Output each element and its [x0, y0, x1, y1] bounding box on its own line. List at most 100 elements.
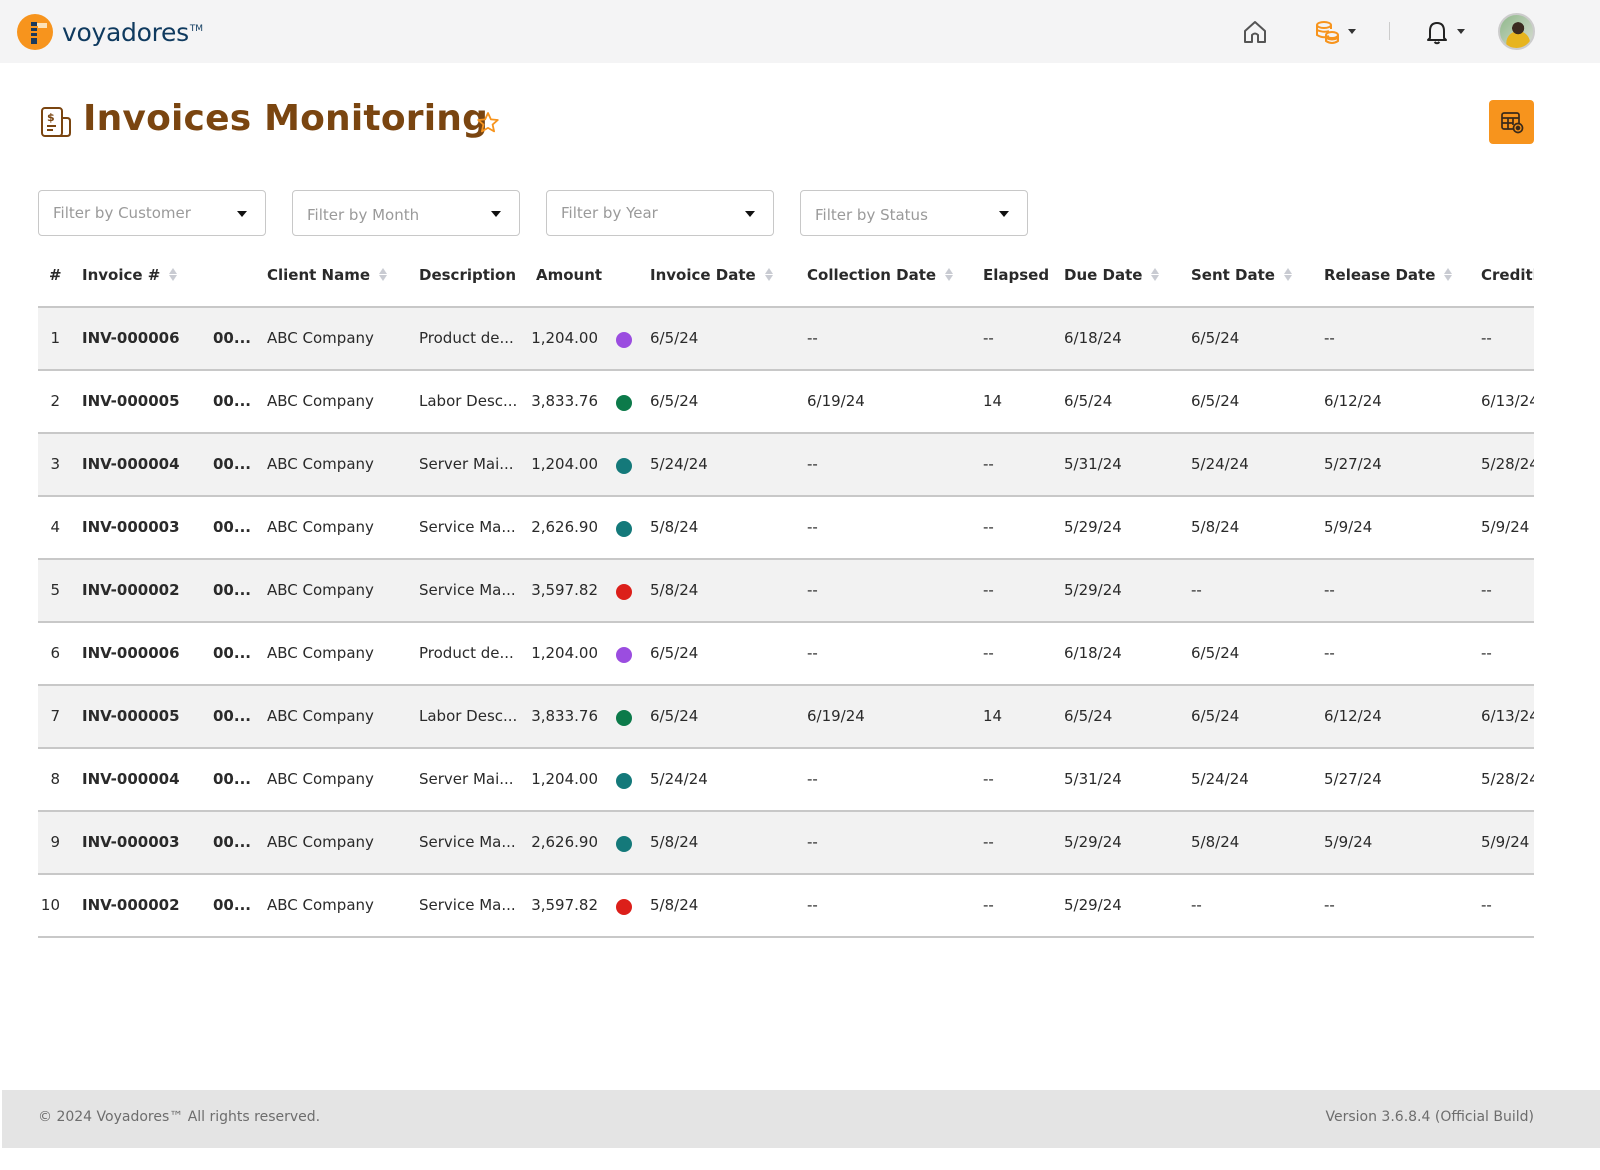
cell-invoice-number[interactable]: INV-000005 [82, 392, 180, 410]
cell-due-date: 5/29/24 [1064, 833, 1122, 851]
table-row[interactable]: 8 INV-000004 00... ABC Company Server Mai...… [38, 749, 1534, 812]
brand-trademark: TM [189, 24, 204, 34]
column-header-due-date[interactable]: Due Date [1064, 266, 1160, 284]
table-row[interactable]: 3 INV-000004 00... ABC Company Server Mai...… [38, 434, 1534, 497]
bell-icon[interactable] [1423, 18, 1451, 46]
cell-amount: 1,204.00 [531, 329, 598, 347]
column-header-collection-date[interactable]: Collection Date [807, 266, 954, 284]
table-row[interactable]: 4 INV-000003 00... ABC Company Service Ma...… [38, 497, 1534, 560]
cell-invoice-number[interactable]: INV-000006 [82, 644, 180, 662]
cell-invoice-number[interactable]: INV-000003 [82, 518, 180, 536]
favorite-star-icon[interactable] [475, 110, 501, 136]
cell-invoice-number[interactable]: INV-000002 [82, 581, 180, 599]
table-row[interactable]: 9 INV-000003 00... ABC Company Service Ma...… [38, 812, 1534, 875]
cell-sent-date: 6/5/24 [1191, 644, 1240, 662]
top-navbar: voyadores TM [0, 0, 1600, 63]
cell-client-name: ABC Company [267, 455, 374, 473]
chevron-down-icon [745, 211, 755, 217]
table-row[interactable]: 7 INV-000005 00... ABC Company Labor Desc...… [38, 686, 1534, 749]
cell-release-date: -- [1324, 644, 1335, 662]
cell-due-date: 5/29/24 [1064, 896, 1122, 914]
cell-invoice-date: 6/5/24 [650, 329, 699, 347]
cell-sent-date: 5/8/24 [1191, 518, 1240, 536]
column-header-invoice-number[interactable]: Invoice # [82, 266, 178, 284]
filter-customer-select[interactable]: Filter by Customer [38, 190, 266, 236]
cell-description: Labor Desc... [419, 707, 518, 725]
brand-logo[interactable]: voyadores TM [17, 14, 203, 50]
cell-invoice-number[interactable]: INV-000006 [82, 329, 180, 347]
cell-client-name: ABC Company [267, 392, 374, 410]
cell-description: Service Ma... [419, 896, 516, 914]
status-dot-icon [616, 521, 632, 537]
column-header-sent-date[interactable]: Sent Date [1191, 266, 1292, 284]
cell-due-date: 6/18/24 [1064, 329, 1122, 347]
column-header-crediting: Crediti [1481, 266, 1534, 284]
sort-icon[interactable] [379, 268, 388, 282]
cell-reference: 00... [213, 329, 251, 347]
table-row[interactable]: 2 INV-000005 00... ABC Company Labor Desc...… [38, 371, 1534, 434]
table-row[interactable]: 1 INV-000006 00... ABC Company Product de...… [38, 308, 1534, 371]
status-dot-icon [616, 395, 632, 411]
cell-sent-date: 5/24/24 [1191, 455, 1249, 473]
sort-icon[interactable] [1151, 268, 1160, 282]
cell-elapsed: -- [983, 518, 994, 536]
home-icon[interactable] [1241, 18, 1269, 46]
table-row[interactable]: 10 INV-000002 00... ABC Company Service Ma..… [38, 875, 1534, 938]
cell-collection-date: 6/19/24 [807, 707, 865, 725]
user-avatar[interactable] [1498, 13, 1535, 50]
filter-year-select[interactable]: Filter by Year [546, 190, 774, 236]
status-dot-icon [616, 899, 632, 915]
cell-elapsed: -- [983, 770, 994, 788]
cell-release-date: 5/27/24 [1324, 455, 1382, 473]
cell-amount: 2,626.90 [531, 518, 598, 536]
lighthouse-logo-icon [17, 14, 53, 50]
cell-due-date: 5/31/24 [1064, 770, 1122, 788]
cell-collection-date: -- [807, 833, 818, 851]
cell-number: 10 [40, 896, 60, 914]
cell-collection-date: -- [807, 518, 818, 536]
sort-icon[interactable] [945, 268, 954, 282]
status-dot-icon [616, 584, 632, 600]
cell-release-date: 6/12/24 [1324, 707, 1382, 725]
sort-icon[interactable] [764, 268, 773, 282]
notifications-menu-caret[interactable] [1457, 29, 1465, 34]
cell-sent-date: 5/24/24 [1191, 770, 1249, 788]
wallet-menu-caret[interactable] [1348, 29, 1356, 34]
cell-crediting-date: 5/28/24 [1481, 455, 1534, 473]
invoices-table: # Invoice # Client Name Description Amou… [38, 252, 1534, 938]
cell-sent-date: -- [1191, 581, 1202, 599]
cell-invoice-date: 6/5/24 [650, 392, 699, 410]
column-header-invoice-date[interactable]: Invoice Date [650, 266, 773, 284]
cell-invoice-number[interactable]: INV-000002 [82, 896, 180, 914]
status-dot-icon [616, 458, 632, 474]
version-text: Version 3.6.8.4 (Official Build) [1325, 1109, 1535, 1125]
cell-invoice-number[interactable]: INV-000003 [82, 833, 180, 851]
cell-invoice-number[interactable]: INV-000004 [82, 770, 180, 788]
cell-crediting-date: 5/9/24 [1481, 833, 1530, 851]
status-dot-icon [616, 647, 632, 663]
cell-reference: 00... [213, 707, 251, 725]
cell-invoice-number[interactable]: INV-000005 [82, 707, 180, 725]
cell-invoice-number[interactable]: INV-000004 [82, 455, 180, 473]
filter-status-placeholder: Filter by Status [815, 206, 928, 224]
cell-number: 4 [50, 518, 60, 536]
cell-client-name: ABC Company [267, 329, 374, 347]
table-row[interactable]: 6 INV-000006 00... ABC Company Product de...… [38, 623, 1534, 686]
cell-crediting-date: -- [1481, 581, 1492, 599]
copyright-text: © 2024 Voyadores™ All rights reserved. [38, 1109, 321, 1125]
column-header-release-date[interactable]: Release Date [1324, 266, 1453, 284]
cell-reference: 00... [213, 770, 251, 788]
table-row[interactable]: 5 INV-000002 00... ABC Company Service Ma...… [38, 560, 1534, 623]
filter-status-select[interactable]: Filter by Status [800, 190, 1028, 236]
cell-reference: 00... [213, 581, 251, 599]
filter-month-select[interactable]: Filter by Month [292, 190, 520, 236]
cell-collection-date: -- [807, 896, 818, 914]
sort-icon[interactable] [1283, 268, 1292, 282]
coins-icon[interactable] [1313, 18, 1341, 46]
column-header-client-name[interactable]: Client Name [267, 266, 388, 284]
sort-icon[interactable] [1444, 268, 1453, 282]
table-view-settings-button[interactable] [1489, 100, 1534, 144]
sort-icon[interactable] [169, 268, 178, 282]
cell-due-date: 5/29/24 [1064, 518, 1122, 536]
page-title: Invoices Monitoring [83, 98, 489, 139]
